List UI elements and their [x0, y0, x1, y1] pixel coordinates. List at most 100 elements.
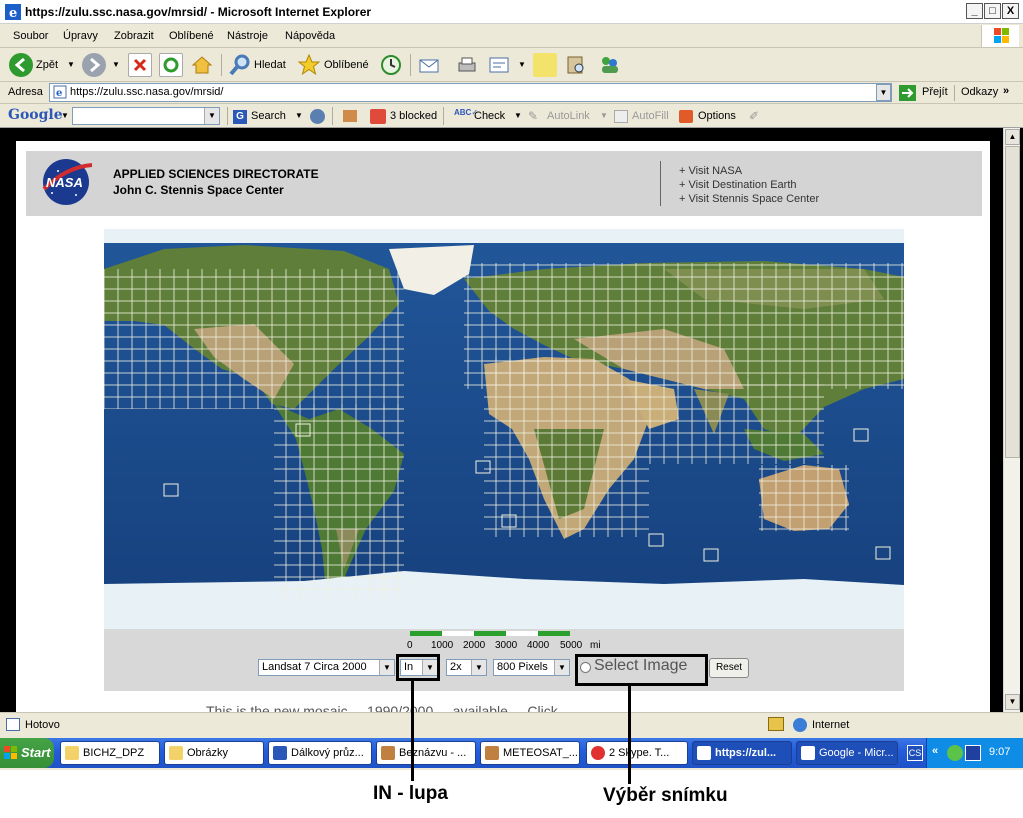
go-button[interactable]: Přejít — [922, 86, 948, 98]
windows-taskbar: Start BICHZ_DPZ Obrázky Dálkový průz... … — [0, 738, 1023, 768]
zoom-factor-select[interactable]: 2x ▼ — [446, 659, 487, 676]
google-search-button[interactable]: Search — [251, 110, 286, 122]
pagerank-icon[interactable] — [343, 110, 357, 122]
autofill-button[interactable]: AutoFill — [632, 110, 669, 122]
autofill-icon — [614, 110, 628, 123]
dataset-dropdown-icon[interactable]: ▼ — [379, 660, 394, 675]
task-obrazky[interactable]: Obrázky — [164, 741, 264, 765]
task-label: BICHZ_DPZ — [83, 747, 145, 759]
menu-tools[interactable]: Nástroje — [227, 30, 268, 42]
minimize-button[interactable]: _ — [966, 3, 983, 19]
google-menu-dropdown-icon[interactable]: ▼ — [61, 111, 69, 120]
address-dropdown-icon[interactable]: ▼ — [876, 84, 891, 101]
google-search-icon[interactable]: G — [233, 110, 247, 124]
search-button-label[interactable]: Hledat — [254, 59, 286, 71]
visit-destination-earth-link[interactable]: + Visit Destination Earth — [679, 179, 797, 191]
close-button[interactable]: X — [1002, 3, 1019, 19]
scroll-up-icon[interactable]: ▲ — [1005, 129, 1020, 145]
reset-button[interactable]: Reset — [709, 658, 749, 678]
world-map-image[interactable] — [104, 229, 904, 629]
task-label: Beznázvu - ... — [399, 747, 467, 759]
menu-edit[interactable]: Úpravy — [63, 30, 98, 42]
tray-expand-icon[interactable]: « — [932, 745, 938, 757]
visit-stennis-link[interactable]: + Visit Stennis Space Center — [679, 193, 819, 205]
clock[interactable]: 9:07 — [989, 746, 1010, 758]
back-dropdown-icon[interactable]: ▼ — [67, 60, 75, 69]
scroll-thumb[interactable] — [1005, 146, 1020, 458]
google-search-input[interactable]: ▼ — [72, 107, 220, 125]
nasa-header: NASA APPLIED SCIENCES DIRECTORATE John C… — [26, 151, 982, 216]
size-dropdown-icon[interactable]: ▼ — [554, 660, 569, 675]
task-meteosat[interactable]: METEOSAT_... — [480, 741, 580, 765]
task-zulu-ie[interactable]: https://zul... — [692, 741, 792, 765]
news-icon[interactable] — [310, 109, 325, 124]
go-arrow-icon[interactable] — [899, 85, 916, 101]
start-button[interactable]: Start — [0, 738, 54, 768]
scroll-down-icon[interactable]: ▼ — [1005, 694, 1020, 710]
menu-view[interactable]: Zobrazit — [114, 30, 154, 42]
autolink-button[interactable]: AutoLink — [547, 110, 590, 122]
links-button[interactable]: Odkazy — [961, 86, 998, 98]
menu-favorites[interactable]: Oblíbené — [169, 30, 214, 42]
lock-icon[interactable] — [768, 717, 784, 731]
forward-dropdown-icon[interactable]: ▼ — [112, 60, 120, 69]
task-google-ie[interactable]: Google - Micr... — [796, 741, 898, 765]
windows-logo-icon — [981, 25, 1019, 47]
mail-icon[interactable] — [417, 53, 441, 77]
favorites-button-label[interactable]: Oblíbené — [324, 59, 369, 71]
address-url[interactable]: https://zulu.ssc.nasa.gov/mrsid/ — [70, 86, 223, 98]
visit-nasa-link[interactable]: + Visit NASA — [679, 165, 742, 177]
address-bar: Adresa e https://zulu.ssc.nasa.gov/mrsid… — [0, 82, 1023, 104]
options-button[interactable]: Options — [698, 110, 736, 122]
window-title-bar[interactable]: e https://zulu.ssc.nasa.gov/mrsid/ - Mic… — [0, 0, 1023, 24]
zoom-factor-dropdown-icon[interactable]: ▼ — [471, 660, 486, 675]
popup-blocker-icon[interactable] — [370, 109, 386, 124]
back-icon[interactable] — [9, 53, 33, 77]
check-dropdown-icon[interactable]: ▼ — [514, 111, 522, 120]
desktop-screen: e https://zulu.ssc.nasa.gov/mrsid/ - Mic… — [0, 0, 1023, 770]
standard-toolbar: Zpět ▼ ▼ Hledat Oblíbené ▼ — [0, 48, 1023, 82]
links-chevron-icon[interactable]: » — [1003, 85, 1009, 97]
tray-network-icon[interactable] — [947, 745, 963, 761]
discuss-icon[interactable] — [533, 53, 557, 77]
maximize-button[interactable]: □ — [984, 3, 1001, 19]
vertical-scrollbar[interactable]: ▲ ▼ — [1003, 128, 1020, 712]
language-indicator[interactable]: CS — [907, 745, 923, 761]
edit-dropdown-icon[interactable]: ▼ — [518, 60, 526, 69]
history-icon[interactable] — [379, 53, 403, 77]
print-icon[interactable] — [455, 53, 479, 77]
zoom-annotation-caption: IN - lupa — [373, 783, 448, 804]
page-icon: e — [53, 85, 67, 99]
paint-icon — [381, 746, 395, 760]
blocked-count[interactable]: 3 blocked — [390, 110, 437, 122]
home-icon[interactable] — [190, 53, 214, 77]
google-logo[interactable]: Google — [8, 107, 63, 123]
task-skype[interactable]: 2 Skype. T... — [586, 741, 688, 765]
size-select[interactable]: 800 Pixels ▼ — [493, 659, 570, 676]
menu-file[interactable]: Soubor — [13, 30, 48, 42]
task-dalkovy[interactable]: Dálkový průz... — [268, 741, 372, 765]
dataset-select[interactable]: Landsat 7 Circa 2000 ▼ — [258, 659, 395, 676]
autolink-dropdown-icon[interactable]: ▼ — [600, 111, 608, 120]
edit-icon[interactable] — [487, 53, 511, 77]
menu-help[interactable]: Nápověda — [285, 30, 335, 42]
tray-app-icon[interactable] — [965, 745, 981, 761]
stop-icon[interactable] — [128, 53, 152, 77]
forward-icon[interactable] — [82, 53, 106, 77]
favorites-star-icon[interactable] — [297, 53, 321, 77]
check-button[interactable]: Check — [474, 110, 505, 122]
search-icon[interactable] — [228, 53, 252, 77]
status-bar: Hotovo Internet — [0, 712, 1023, 736]
google-search-dropdown-icon[interactable]: ▼ — [204, 108, 219, 124]
task-beznazvu[interactable]: Beznázvu - ... — [376, 741, 476, 765]
address-input[interactable]: e https://zulu.ssc.nasa.gov/mrsid/ — [49, 83, 892, 102]
back-button-label[interactable]: Zpět — [36, 59, 58, 71]
task-bichz-dpz[interactable]: BICHZ_DPZ — [60, 741, 160, 765]
messenger-icon[interactable] — [597, 53, 621, 77]
google-search-options-dropdown-icon[interactable]: ▼ — [295, 111, 303, 120]
select-image-highlight-box — [575, 654, 708, 686]
refresh-icon[interactable] — [159, 53, 183, 77]
options-icon[interactable] — [679, 110, 693, 123]
pencil-icon[interactable]: ✐ — [749, 109, 759, 123]
research-icon[interactable] — [564, 53, 588, 77]
